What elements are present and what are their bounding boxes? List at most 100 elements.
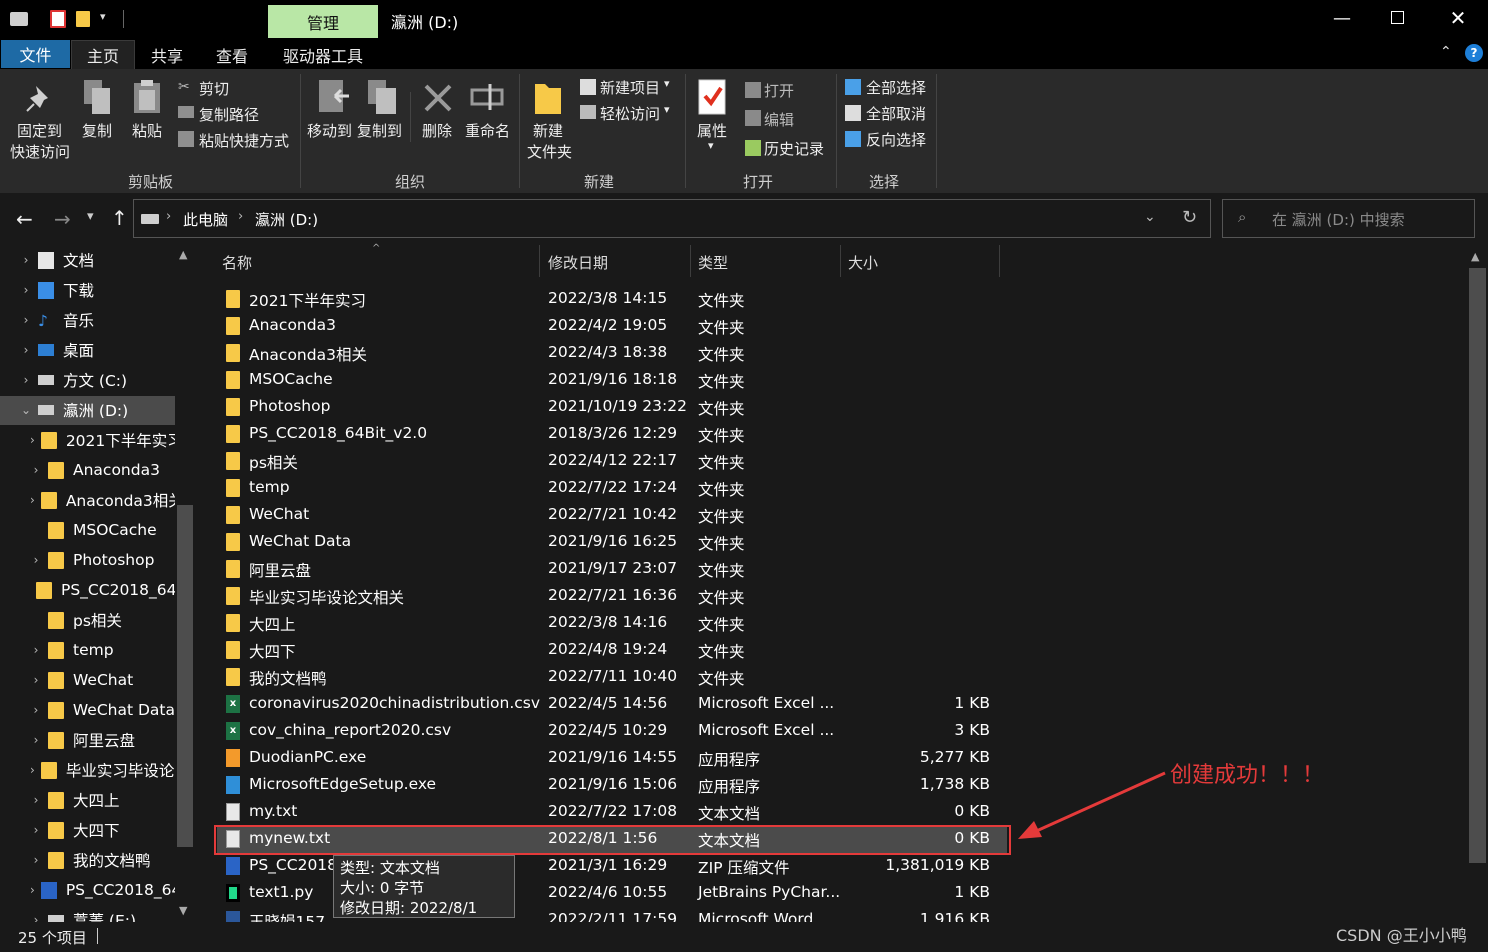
file-row[interactable]: DuodianPC.exe 2021/9/16 14:55 应用程序 5,277 KB (217, 745, 1007, 772)
chevron-right-icon[interactable]: › (20, 253, 32, 267)
column-divider[interactable] (999, 245, 1000, 277)
chevron-right-icon[interactable]: › (30, 823, 42, 837)
file-row[interactable]: Anaconda3相关 2022/4/3 18:38 文件夹 (217, 340, 1007, 367)
tab-share[interactable]: 共享 (135, 40, 199, 69)
chevron-down-icon[interactable]: ▾ (708, 139, 714, 152)
properties-icon[interactable] (50, 10, 66, 28)
file-row[interactable]: temp 2022/7/22 17:24 文件夹 (217, 475, 1007, 502)
chevron-right-icon[interactable]: › (20, 343, 32, 357)
nav-item[interactable]: › 2021下半年实习 (0, 425, 175, 455)
nav-item[interactable]: MSOCache (0, 515, 175, 545)
file-row[interactable]: WeChat 2022/7/21 10:42 文件夹 (217, 502, 1007, 529)
chevron-right-icon[interactable]: › (30, 643, 42, 657)
file-row[interactable]: WeChat Data 2021/9/16 16:25 文件夹 (217, 529, 1007, 556)
nav-item[interactable]: › 大四上 (0, 785, 175, 815)
file-row[interactable]: my.txt 2022/7/22 17:08 文本文档 0 KB (217, 799, 1007, 826)
properties-button[interactable]: 属性 (697, 120, 727, 141)
new-folder-label-1[interactable]: 新建 (533, 120, 563, 141)
copy-to-button[interactable]: 复制到 (357, 120, 402, 141)
nav-item[interactable]: › 下载 (0, 275, 175, 305)
chevron-right-icon[interactable]: › (30, 703, 42, 717)
nav-item[interactable]: › 大四下 (0, 815, 175, 845)
chevron-right-icon[interactable]: › (238, 209, 243, 224)
manage-context-tab[interactable]: 管理 (268, 5, 378, 38)
chevron-right-icon[interactable]: › (30, 433, 35, 447)
up-arrow-icon[interactable]: ↑ (111, 206, 128, 230)
tab-file[interactable]: 文件 (1, 40, 70, 68)
file-row[interactable]: 阿里云盘 2021/9/17 23:07 文件夹 (217, 556, 1007, 583)
tab-view[interactable]: 查看 (200, 40, 264, 69)
chevron-down-icon[interactable]: ▾ (664, 77, 670, 90)
chevron-right-icon[interactable]: › (30, 733, 42, 747)
recent-locations-icon[interactable]: ▾ (87, 209, 94, 224)
nav-item[interactable]: › PS_CC2018_64Bit_v2.0.zip (0, 875, 175, 905)
copy-path-button[interactable]: 复制路径 (199, 104, 259, 125)
file-list-scrollbar-thumb[interactable] (1469, 268, 1486, 863)
nav-item[interactable]: › WeChat Data (0, 695, 175, 725)
easy-access-button[interactable]: 轻松访问 (600, 103, 660, 124)
invert-selection-button[interactable]: 反向选择 (866, 129, 926, 150)
new-folder-label-2[interactable]: 文件夹 (527, 141, 572, 162)
refresh-icon[interactable]: ↻ (1182, 207, 1197, 228)
breadcrumb-this-pc[interactable]: 此电脑 (183, 209, 228, 230)
chevron-right-icon[interactable]: › (30, 853, 42, 867)
pin-label-1[interactable]: 固定到 (17, 120, 62, 141)
nav-item[interactable]: › temp (0, 635, 175, 665)
cut-button[interactable]: 剪切 (199, 78, 229, 99)
chevron-down-icon[interactable]: ⌄ (20, 403, 32, 417)
history-button[interactable]: 历史记录 (764, 138, 824, 159)
chevron-right-icon[interactable]: › (30, 493, 35, 507)
breadcrumb-drive[interactable]: 瀛洲 (D:) (255, 209, 318, 230)
file-row[interactable]: 我的文档鸭 2022/7/11 10:40 文件夹 (217, 664, 1007, 691)
nav-item[interactable]: › 阿里云盘 (0, 725, 175, 755)
move-to-button[interactable]: 移动到 (307, 120, 352, 141)
forward-arrow-icon[interactable]: → (54, 207, 71, 231)
collapse-ribbon-icon[interactable]: ⌃ (1440, 44, 1452, 60)
chevron-right-icon[interactable]: › (30, 673, 42, 687)
nav-item[interactable]: ps相关 (0, 605, 175, 635)
edit-button[interactable]: 编辑 (764, 109, 794, 130)
nav-item[interactable]: ⌄ 瀛洲 (D:) (0, 395, 175, 425)
column-divider[interactable] (539, 245, 540, 277)
nav-item[interactable]: › Anaconda3 (0, 455, 175, 485)
help-icon[interactable]: ? (1465, 44, 1483, 62)
file-row[interactable]: MicrosoftEdgeSetup.exe 2021/9/16 15:06 应用程… (217, 772, 1007, 799)
nav-item[interactable]: › 文档 (0, 245, 175, 275)
chevron-right-icon[interactable]: › (30, 883, 35, 897)
column-header-date[interactable]: 修改日期 (548, 252, 608, 273)
chevron-down-icon[interactable]: ▾ (664, 103, 670, 116)
file-row[interactable]: MSOCache 2021/9/16 18:18 文件夹 (217, 367, 1007, 394)
file-row[interactable]: x cov_china_report2020.csv 2022/4/5 10:29 M… (217, 718, 1007, 745)
nav-item[interactable]: › WeChat (0, 665, 175, 695)
minimize-button[interactable]: — (1330, 6, 1354, 30)
nav-item[interactable]: › 毕业实习毕设论文相关 (0, 755, 175, 785)
tab-home[interactable]: 主页 (71, 40, 135, 69)
file-row[interactable]: Photoshop 2021/10/19 23:22 文件夹 (217, 394, 1007, 421)
nav-item[interactable]: › ♪ 音乐 (0, 305, 175, 335)
file-row[interactable]: x coronavirus2020chinadistribution.csv 202… (217, 691, 1007, 718)
chevron-right-icon[interactable]: › (30, 463, 42, 477)
open-button[interactable]: 打开 (764, 80, 794, 101)
chevron-right-icon[interactable]: › (20, 283, 32, 297)
pin-label-2[interactable]: 快速访问 (10, 141, 70, 162)
file-row[interactable]: 2021下半年实习 2022/3/8 14:15 文件夹 (217, 286, 1007, 313)
file-row[interactable]: Anaconda3 2022/4/2 19:05 文件夹 (217, 313, 1007, 340)
chevron-right-icon[interactable]: › (30, 553, 42, 567)
paste-shortcut-button[interactable]: 粘贴快捷方式 (199, 130, 289, 151)
chevron-right-icon[interactable]: › (20, 313, 32, 327)
column-header-size[interactable]: 大小 (848, 252, 878, 273)
scroll-down-icon[interactable]: ▼ (179, 904, 187, 917)
close-button[interactable]: ✕ (1446, 6, 1470, 30)
column-divider[interactable] (690, 245, 691, 277)
rename-button[interactable]: 重命名 (465, 120, 510, 141)
file-row[interactable]: 大四上 2022/3/8 14:16 文件夹 (217, 610, 1007, 637)
delete-button[interactable]: 删除 (422, 120, 452, 141)
copy-button[interactable]: 复制 (82, 120, 112, 141)
paste-button[interactable]: 粘贴 (132, 120, 162, 141)
column-header-type[interactable]: 类型 (698, 252, 728, 273)
file-row[interactable]: PS_CC2018_64Bit_v2.0 2018/3/26 12:29 文件夹 (217, 421, 1007, 448)
select-all-button[interactable]: 全部选择 (866, 77, 926, 98)
nav-item[interactable]: › 我的文档鸭 (0, 845, 175, 875)
new-folder-icon[interactable] (76, 11, 90, 27)
tab-drive-tools[interactable]: 驱动器工具 (268, 40, 378, 69)
